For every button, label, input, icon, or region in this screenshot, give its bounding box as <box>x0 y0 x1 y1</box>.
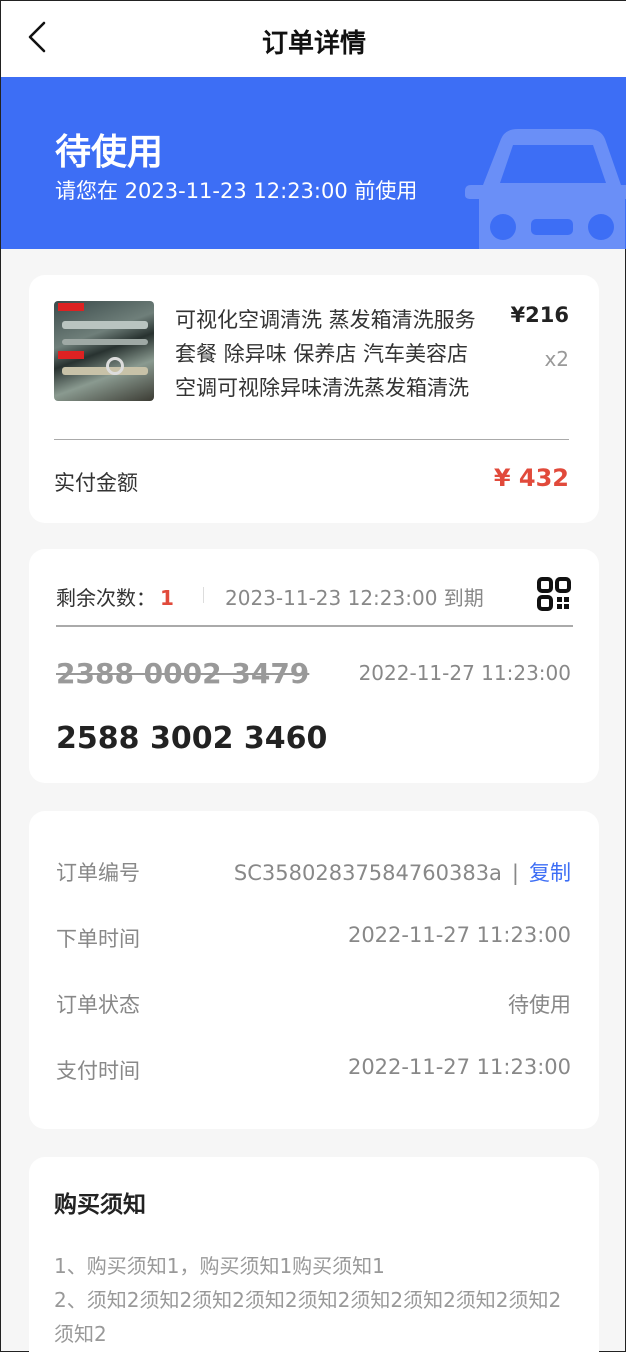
remaining-uses-count: 1 <box>160 586 174 610</box>
order-status-row: 订单状态 待使用 <box>56 989 571 1021</box>
payment-time-row: 支付时间 2022-11-27 11:23:00 <box>56 1055 571 1087</box>
product-card[interactable]: 可视化空调清洗 蒸发箱清洗服务套餐 除异味 保养店 汽车美容店 空调可视除异味清… <box>29 275 599 523</box>
order-time-row: 下单时间 2022-11-27 11:23:00 <box>56 923 571 955</box>
remaining-uses-label: 剩余次数： <box>56 586 156 610</box>
payment-time-value: 2022-11-27 11:23:00 <box>347 1055 571 1079</box>
notice-line: 1、购买须知1，购买须知1购买须知1 <box>54 1254 385 1278</box>
order-number-row: 订单编号 SC35802837584760383a | 复制 <box>56 857 571 889</box>
separator: | <box>511 861 519 885</box>
paid-amount-value: ¥ 432 <box>493 464 569 492</box>
paid-amount-label: 实付金额 <box>54 471 138 495</box>
car-icon <box>465 129 626 249</box>
order-time-label: 下单时间 <box>56 927 140 951</box>
remaining-uses: 剩余次数： 1 <box>56 582 174 611</box>
product-title: 可视化空调清洗 蒸发箱清洗服务套餐 除异味 保养店 汽车美容店 空调可视除异味清… <box>175 308 476 400</box>
use-before-text: 请您在 2023-11-23 12:23:00 前使用 <box>55 179 418 203</box>
active-voucher-code: 2588 3002 3460 <box>56 721 328 756</box>
purchase-notice-text: 1、购买须知1，购买须知1购买须知1 2、须知2须知2须知2须知2须知2须知2须… <box>54 1249 574 1351</box>
order-status-label: 订单状态 <box>56 993 140 1017</box>
voucher-card: 剩余次数： 1 2023-11-23 12:23:00 到期 2388 0002 … <box>29 549 599 783</box>
notice-line: 2、须知2须知2须知2须知2须知2须知2须知2须知2须知2须知2 <box>54 1288 562 1346</box>
order-status-value: 待使用 <box>508 993 571 1017</box>
payment-time-label: 支付时间 <box>56 1059 140 1083</box>
used-voucher-time: 2022-11-27 11:23:00 <box>358 661 571 685</box>
nav-bar: 订单详情 <box>1 1 626 77</box>
order-number-value: SC35802837584760383a <box>233 861 502 885</box>
product-thumbnail[interactable] <box>54 301 154 401</box>
order-number-value-group: SC35802837584760383a | 复制 <box>234 857 571 887</box>
purchase-notice-card: 购买须知 1、购买须知1，购买须知1购买须知1 2、须知2须知2须知2须知2须知… <box>29 1157 599 1352</box>
product-price: ¥216 <box>510 303 569 327</box>
used-voucher-code: 2388 0002 3479 <box>56 657 310 690</box>
order-number-label: 订单编号 <box>56 861 140 885</box>
product-quantity: x2 <box>544 347 569 371</box>
purchase-notice-title: 购买须知 <box>54 1192 146 1218</box>
order-time-value: 2022-11-27 11:23:00 <box>347 923 571 947</box>
expire-time: 2023-11-23 12:23:00 到期 <box>225 586 484 610</box>
qr-code-icon[interactable] <box>537 577 571 611</box>
divider <box>56 625 573 627</box>
divider <box>54 439 569 440</box>
order-info-card: 订单编号 SC35802837584760383a | 复制 下单时间 2022-1… <box>29 811 599 1129</box>
order-status-heading: 待使用 <box>55 132 164 173</box>
page-title: 订单详情 <box>261 29 366 59</box>
copy-button[interactable]: 复制 <box>529 861 571 885</box>
status-banner: 待使用 请您在 2023-11-23 12:23:00 前使用 <box>1 77 626 249</box>
separator <box>203 587 204 603</box>
